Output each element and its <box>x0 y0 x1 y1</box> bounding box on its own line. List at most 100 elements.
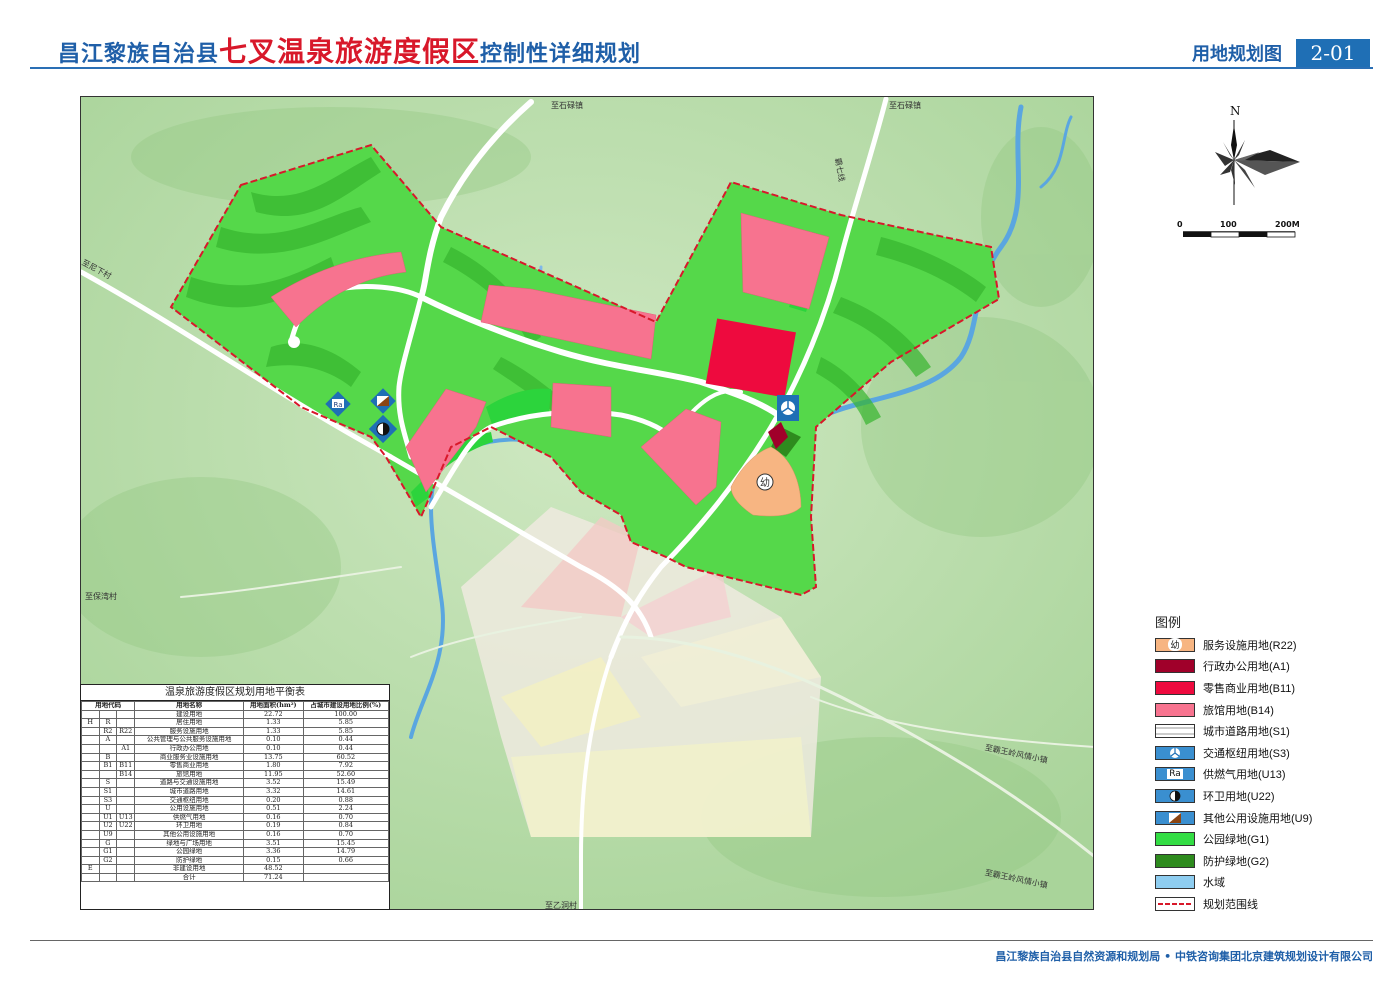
cell-code-minor: B11 <box>116 761 136 771</box>
legend-label: 防护绿地(G2) <box>1203 855 1269 868</box>
cell-area: 0.10 <box>243 743 304 754</box>
legend-swatch <box>1155 680 1195 695</box>
cell-code-major <box>81 735 100 745</box>
cell-name: 公园绿地 <box>134 847 245 857</box>
cell-code-major <box>81 752 100 763</box>
cell-name: 居住用地 <box>134 718 245 728</box>
cell-code-mid: U1 <box>98 812 118 823</box>
cell-ratio: 15.49 <box>302 778 390 788</box>
cell-ratio: 100.00 <box>302 709 390 720</box>
balance-table-title: 温泉旅游度假区规划用地平衡表 <box>81 685 389 701</box>
cell-area: 13.75 <box>243 752 304 763</box>
road-label-southwest: 至保湾村 <box>85 592 117 601</box>
cell-name: 公共管理与公共服务设施用地 <box>134 735 245 745</box>
legend-label: 交通枢纽用地(S3) <box>1203 747 1290 760</box>
cell-code-mid: U9 <box>98 829 118 840</box>
cell-code-major <box>81 743 100 754</box>
cell-code-mid <box>98 709 118 720</box>
cell-code-minor <box>116 847 136 857</box>
cell-ratio: 0.44 <box>302 735 390 745</box>
cell-area: 3.52 <box>243 778 304 788</box>
cell-name: 其他公用设施用地 <box>134 829 245 840</box>
cell-code-minor <box>116 829 136 840</box>
legend-symbol: 幼 <box>1168 638 1182 652</box>
legend-item: 交通枢纽用地(S3) <box>1155 742 1355 764</box>
cell-ratio: 14.79 <box>302 847 390 857</box>
cell-area: 3.51 <box>243 838 304 849</box>
cell-name: 绿地与广场用地 <box>134 838 245 849</box>
transit-hub-icon[interactable] <box>777 395 799 421</box>
cell-code-minor <box>116 838 136 849</box>
retail-land-b11[interactable] <box>705 318 796 398</box>
cell-ratio <box>302 864 390 874</box>
cell-ratio: 52.60 <box>302 769 390 780</box>
kindergarten-icon: 幼 <box>1155 637 1195 652</box>
scale-tick-0: 0 <box>1177 220 1183 229</box>
header-divider <box>30 67 1373 69</box>
table-row: R2 R22 服务设施用地 1.33 5.85 <box>81 726 390 737</box>
cell-area: 11.95 <box>243 769 304 780</box>
road-label-north-1: 至石碌镇 <box>551 101 583 110</box>
table-row: 合计 71.24 <box>81 872 390 883</box>
cell-code-mid: S <box>98 778 118 788</box>
cell-ratio: 0.70 <box>302 829 390 840</box>
title-prefix: 昌江黎族自治县 <box>58 42 220 67</box>
kindergarten-symbol: 幼 <box>760 476 770 489</box>
cell-code-mid <box>98 864 118 874</box>
boundary-line-icon <box>1155 896 1195 911</box>
cell-name: 行政办公用地 <box>134 743 245 754</box>
cell-code-mid: B <box>98 752 118 763</box>
cell-code-minor: B14 <box>116 769 136 780</box>
legend-item: 环卫用地(U22) <box>1155 785 1355 807</box>
cell-code-mid: R2 <box>98 726 118 737</box>
cell-code-mid <box>98 769 118 780</box>
cell-code-mid: U <box>98 804 118 814</box>
legend-swatch <box>1155 832 1195 847</box>
cell-code-minor <box>116 872 136 883</box>
land-balance-table: 温泉旅游度假区规划用地平衡表 用地代码 用地名称 用地面积(hm²) 占城市建设… <box>80 684 390 910</box>
cell-ratio: 60.52 <box>302 752 390 763</box>
cell-code-mid: R <box>98 718 118 728</box>
table-row: B1 B11 零售商业用地 1.80 7.92 <box>81 761 390 771</box>
cell-code-mid: G <box>98 838 118 849</box>
cell-ratio: 15.45 <box>302 838 390 849</box>
cell-area: 1.80 <box>243 761 304 771</box>
table-row: A 公共管理与公共服务设施用地 0.10 0.44 <box>81 735 390 745</box>
cell-name: 旅馆用地 <box>134 769 245 780</box>
table-row: G1 公园绿地 3.36 14.79 <box>81 847 390 857</box>
table-row: 建设用地 22.72 100.00 <box>81 709 390 720</box>
cell-name: 非建设用地 <box>134 864 245 874</box>
sanitation-icon <box>1155 788 1195 803</box>
cell-code-minor: U13 <box>116 812 136 823</box>
cell-ratio: 2.24 <box>302 804 390 814</box>
cell-code-mid <box>98 743 118 754</box>
cell-code-minor: U22 <box>116 821 136 831</box>
table-row: U9 其他公用设施用地 0.16 0.70 <box>81 829 390 840</box>
legend-item: 公园绿地(G1) <box>1155 828 1355 850</box>
cell-code-minor <box>116 864 136 874</box>
table-row: B 商业服务业设施用地 13.75 60.52 <box>81 752 390 763</box>
legend-item: 零售商业用地(B11) <box>1155 677 1355 699</box>
cell-area: 48.52 <box>243 864 304 874</box>
table-row: H R 居住用地 1.33 5.85 <box>81 718 390 728</box>
table-row: S1 城市道路用地 3.32 14.61 <box>81 786 390 797</box>
cell-ratio: 14.61 <box>302 786 390 797</box>
cell-code-major <box>81 847 100 857</box>
cell-ratio: 0.84 <box>302 821 390 831</box>
cell-name: 合计 <box>134 872 245 883</box>
cell-code-major <box>81 829 100 840</box>
cell-code-major <box>81 786 100 797</box>
header-ratio: 占城市建设用地比例(%) <box>302 701 390 711</box>
legend-item: 规划范围线 <box>1155 893 1355 915</box>
cell-code-mid: S1 <box>98 786 118 797</box>
legend-item: 城市道路用地(S1) <box>1155 720 1355 742</box>
cell-ratio: 5.85 <box>302 718 390 728</box>
cell-area: 0.10 <box>243 735 304 745</box>
cell-code-minor <box>116 804 136 814</box>
scale-tick-200: 200M <box>1275 220 1300 229</box>
cell-area: 3.36 <box>243 847 304 857</box>
balance-table-grid: 用地代码 用地名称 用地面积(hm²) 占城市建设用地比例(%) 建设用地 22.… <box>80 701 390 883</box>
transit-hub-icon <box>1155 745 1195 760</box>
cell-code-major <box>81 761 100 771</box>
cell-area: 0.20 <box>243 795 304 806</box>
